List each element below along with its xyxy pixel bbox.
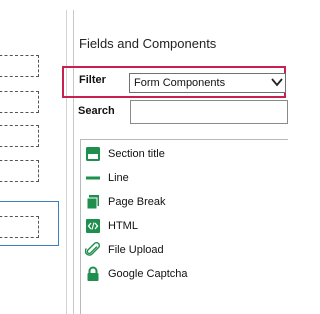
html-icon (86, 219, 100, 233)
list-item-section-title[interactable]: Section title (85, 145, 285, 163)
list-item-google-captcha[interactable]: Google Captcha (85, 265, 285, 283)
list-item-label: HTML (108, 220, 138, 232)
paperclip-icon (85, 242, 101, 256)
section-title-icon (86, 147, 100, 161)
page-break-icon (86, 195, 99, 210)
line-icon (86, 176, 100, 180)
list-item-label: Section title (108, 148, 165, 160)
list-item-label: File Upload (108, 244, 164, 256)
list-item-file-upload[interactable]: File Upload (85, 241, 285, 259)
chevron-down-icon (271, 78, 283, 87)
filter-label: Filter (79, 74, 106, 86)
search-label: Search (78, 105, 115, 117)
lock-icon (87, 266, 99, 281)
form-field-placeholder[interactable] (0, 160, 39, 182)
panel-title: Fields and Components (79, 36, 217, 51)
selected-field-placeholder[interactable] (0, 216, 39, 238)
list-item-html[interactable]: HTML (85, 217, 285, 235)
filter-select[interactable]: Form Components (129, 73, 286, 93)
list-item-label: Google Captcha (108, 268, 188, 280)
list-item-label: Line (108, 172, 129, 184)
list-item-label: Page Break (108, 196, 166, 208)
list-item-line[interactable]: Line (85, 169, 285, 187)
filter-selected-value: Form Components (134, 77, 226, 89)
search-input[interactable] (130, 100, 288, 124)
form-field-placeholder[interactable] (0, 55, 39, 77)
form-field-placeholder[interactable] (0, 125, 39, 147)
form-field-placeholder[interactable] (0, 91, 39, 113)
list-item-page-break[interactable]: Page Break (85, 193, 285, 211)
form-canvas[interactable] (0, 0, 74, 314)
